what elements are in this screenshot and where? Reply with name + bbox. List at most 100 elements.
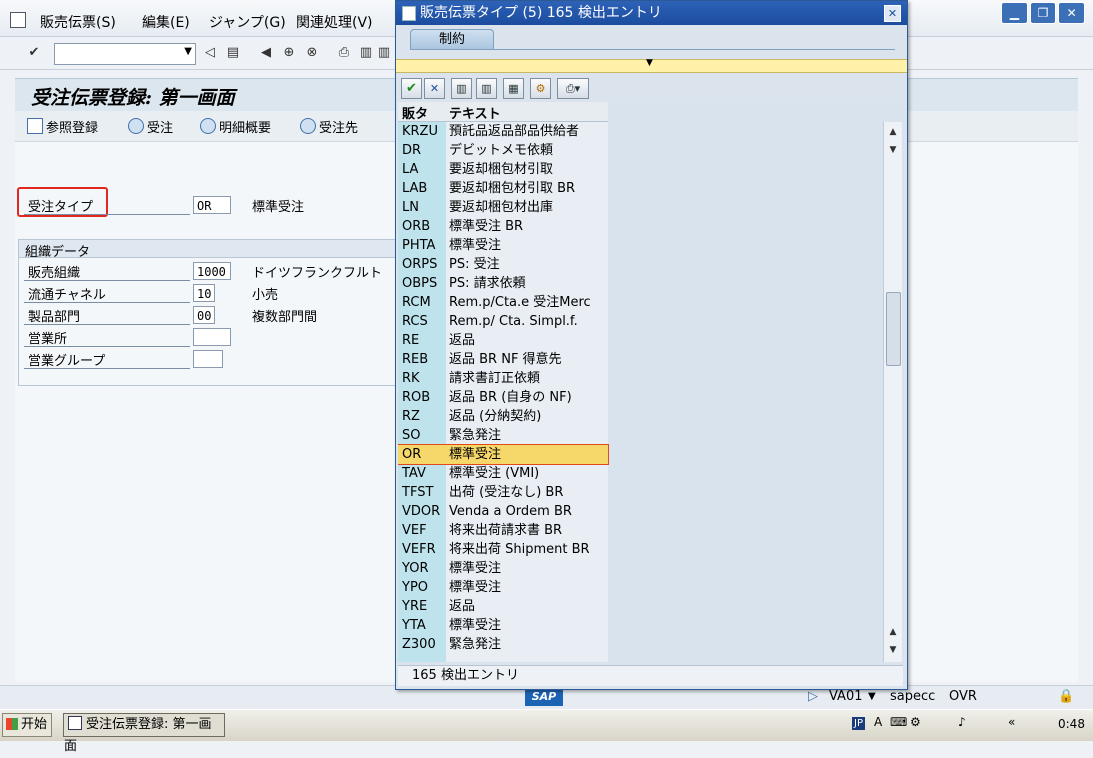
lock-icon[interactable]: 🔒 [1058,689,1074,704]
list-item[interactable]: RK 請求書訂正依頼 [398,369,608,388]
accept-icon[interactable]: ✔ [401,78,422,99]
list-item[interactable]: PHTA 標準受注 [398,236,608,255]
tab-restrictions[interactable]: 制約 [410,29,494,50]
chevron-down-icon[interactable]: ▼ [184,46,192,57]
restore-icon[interactable]: ❐ [1029,2,1057,24]
play-icon[interactable]: ▷ [808,689,818,704]
list-item[interactable]: YTA 標準受注 [398,616,608,635]
list-item[interactable]: VEF 将来出荷請求書 BR [398,521,608,540]
chevron-down-icon[interactable]: ▼ [646,58,653,68]
menu-edit[interactable]: 編集(E) [142,12,190,32]
ime-icon[interactable]: A [874,715,882,729]
list-item[interactable]: DR デビットメモ依頼 [398,141,608,160]
taskbar-item[interactable]: 受注伝票登録: 第一画面 [63,713,225,754]
list-item[interactable]: LA 要返却梱包材引取 [398,160,608,179]
list-item[interactable]: ROB 返品 BR (自身の NF) [398,388,608,407]
menu-icon[interactable] [10,12,26,28]
order-type-input[interactable]: OR [193,196,231,214]
sales-group-input[interactable] [193,350,223,368]
sales-office-label: 営業所 [28,332,68,347]
find-icon[interactable]: ▥ [358,45,374,61]
list-item[interactable]: YOR 標準受注 [398,559,608,578]
menu-related[interactable]: 関連処理(V) [296,12,373,32]
print-icon[interactable]: ⎙▾ [557,78,589,99]
list-item-key: Z300 [402,637,436,652]
chevron-down-icon[interactable]: ▼ [868,691,876,702]
list-item[interactable]: RCS Rem.p/ Cta. Simpl.f. [398,312,608,331]
division-input[interactable]: 00 [193,306,215,324]
list-item[interactable]: SO 緊急発注 [398,426,608,445]
list-item[interactable]: RCM Rem.p/Cta.e 受注Merc [398,293,608,312]
window-controls: ▁ ❐ ✕ [1001,2,1086,24]
list-item[interactable]: TAV 標準受注 (VMI) [398,464,608,483]
distribution-channel-label: 流通チャネル [28,288,106,303]
list-item[interactable]: TFST 出荷 (受注なし) BR [398,483,608,502]
restriction-bar[interactable]: ▼ [396,58,907,73]
division-underline [24,324,190,325]
list-item[interactable]: ORB 標準受注 BR [398,217,608,236]
dialog-status-text: 165 検出エントリ [412,668,519,683]
language-indicator[interactable]: JP [852,717,865,730]
close-icon[interactable]: ✕ [884,5,901,22]
save-icon[interactable]: ▤ [225,45,241,61]
menu-goto[interactable]: ジャンプ(G) [209,12,286,32]
column-header-text[interactable]: テキスト [449,103,501,122]
start-button[interactable]: 开始 [2,713,52,737]
cancel-icon[interactable]: ✕ [424,78,445,99]
minimize-icon[interactable]: ▁ [1001,2,1028,24]
list-item-key: RK [402,371,420,386]
scroll-up-icon[interactable]: ▲ [884,624,902,641]
list-item[interactable]: LAB 要返却梱包材引取 BR [398,179,608,198]
distribution-channel-input[interactable]: 10 [193,284,215,302]
list-item-key: DR [402,143,422,158]
order-type-desc: 標準受注 [252,200,305,215]
list-item[interactable]: YPO 標準受注 [398,578,608,597]
list-item[interactable]: OBPS PS: 請求依頼 [398,274,608,293]
item-overview-button[interactable]: 明細概要 [200,117,271,136]
scroll-down-icon[interactable]: ▼ [884,142,902,159]
settings-icon[interactable]: ⚙ [530,78,551,99]
sales-button[interactable]: 受注 [128,117,173,136]
arrow-left-icon[interactable]: « [1008,715,1015,729]
sort-icon[interactable]: ▦ [503,78,524,99]
vertical-scrollbar[interactable]: ▲ ▼ ▲ ▼ [883,122,902,662]
list-item[interactable]: REB 返品 BR NF 得意先 [398,350,608,369]
list-item[interactable]: KRZU 預託品返品部品供給者 [398,122,608,141]
find-icon[interactable]: ▥ [451,78,472,99]
list-item-key: OBPS [402,276,438,291]
sales-org-input[interactable]: 1000 [193,262,231,280]
scroll-down-icon[interactable]: ▼ [884,642,902,659]
menu-sales-document[interactable]: 販売伝票(S) [40,12,116,32]
column-header-key[interactable]: 販タ [402,103,428,122]
list-item[interactable]: Z300 緊急発注 [398,635,608,654]
list-item[interactable]: ORPS PS: 受注 [398,255,608,274]
find-next-icon[interactable]: ▥ [376,45,392,61]
back-icon[interactable]: ◀ [258,45,274,61]
dialog-title-bar: 販売伝票タイプ (5) 165 検出エントリ ✕ [396,1,907,25]
enter-icon[interactable]: ✔ [26,45,42,61]
list-item[interactable]: LN 要返却梱包材出庫 [398,198,608,217]
sales-office-input[interactable] [193,328,231,346]
order-type-underline [24,214,190,215]
network-icon[interactable]: ⚙ [910,715,921,729]
keyboard-icon[interactable]: ⌨ [890,715,907,729]
back-small-icon[interactable]: ◁ [202,45,218,61]
ordering-party-button[interactable]: 受注先 [300,117,358,136]
list-item[interactable]: YRE 返品 [398,597,608,616]
command-field[interactable]: ▼ [54,43,196,65]
list-item[interactable]: OR 標準受注 [398,444,609,465]
list-item[interactable]: VDOR Venda a Ordem BR [398,502,608,521]
close-window-icon[interactable]: ✕ [1058,2,1086,24]
list-item-text: 標準受注 [449,561,502,576]
find-next-icon[interactable]: ▥ [476,78,497,99]
list-item[interactable]: RZ 返品 (分納契約) [398,407,608,426]
cancel-icon[interactable]: ⊗ [304,45,320,61]
volume-icon[interactable]: ♪ [958,715,966,729]
list-item[interactable]: VEFR 将来出荷 Shipment BR [398,540,608,559]
scroll-thumb[interactable] [886,292,901,366]
exit-icon[interactable]: ⊕ [281,45,297,61]
print-icon[interactable]: ⎙ [336,45,352,61]
scroll-up-icon[interactable]: ▲ [884,124,902,141]
create-with-reference-button[interactable]: 参照登録 [27,117,98,136]
list-item[interactable]: RE 返品 [398,331,608,350]
